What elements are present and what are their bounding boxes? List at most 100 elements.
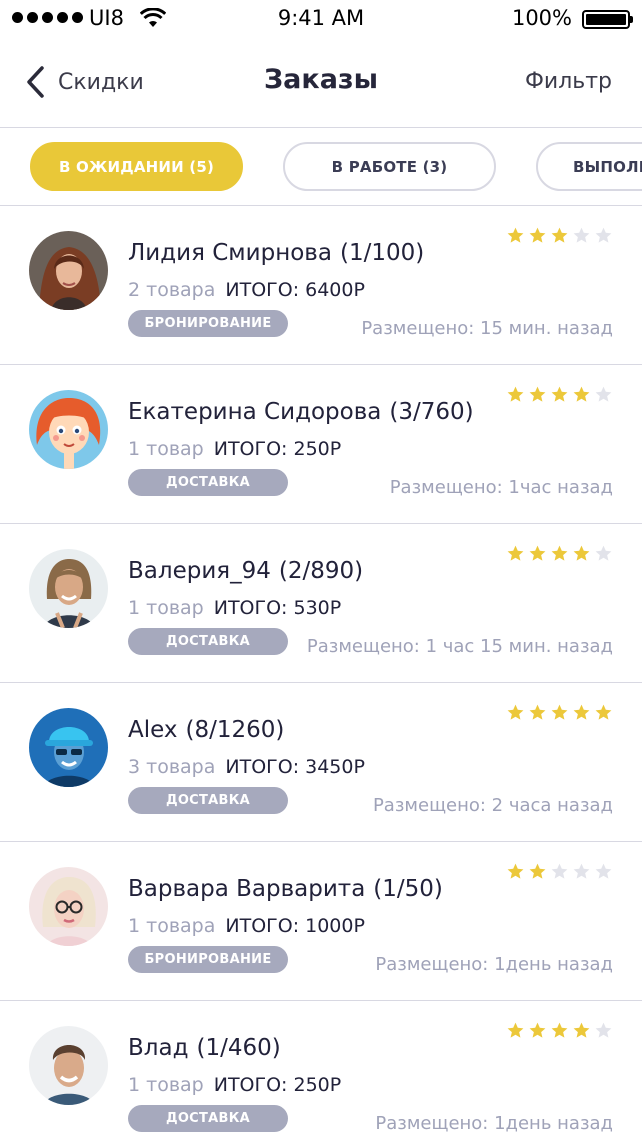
rating-stars (506, 385, 613, 404)
battery-percentage: 100% (511, 6, 572, 30)
star-filled-icon (507, 863, 524, 879)
star-filled-icon (551, 386, 568, 402)
order-row[interactable]: Влад (1/460) 1 товар ИТОГО: 250Р ДОСТАВКА … (0, 1001, 642, 1138)
star-filled-icon (529, 386, 546, 402)
customer-name-row: Валерия_94 (2/890) (128, 558, 363, 584)
order-total: ИТОГО: 3450Р (225, 756, 365, 778)
customer-name: Alex (128, 717, 178, 743)
item-count: 3 товара (128, 756, 216, 778)
order-type-badge: ДОСТАВКА (128, 628, 288, 655)
blonde-glasses-avatar (29, 867, 108, 946)
order-summary: 2 товара ИТОГО: 6400Р (128, 279, 365, 301)
tab-completed[interactable]: ВЫПОЛНЕНО (536, 142, 642, 191)
star-filled-icon (507, 545, 524, 561)
star-filled-icon (529, 704, 546, 720)
rating-stars (506, 862, 613, 881)
woman-smiling-avatar (29, 549, 108, 628)
customer-name: Влад (128, 1035, 189, 1061)
star-filled-icon (507, 1022, 524, 1038)
order-type-badge: ДОСТАВКА (128, 1105, 288, 1132)
order-row[interactable]: Лидия Смирнова (1/100) 2 товара ИТОГО: 640… (0, 206, 642, 365)
star-filled-icon (529, 1022, 546, 1038)
star-filled-icon (573, 1022, 590, 1038)
item-count: 2 товара (128, 279, 216, 301)
filter-button[interactable]: Фильтр (525, 69, 612, 94)
battery-icon (582, 10, 633, 29)
placed-time: Размещено: 1день назад (375, 1113, 613, 1134)
man-smiling-avatar (29, 1026, 108, 1105)
order-total: ИТОГО: 1000Р (225, 915, 365, 937)
tab-pending[interactable]: В ОЖИДАНИИ (5) (30, 142, 243, 191)
order-type-badge: ДОСТАВКА (128, 787, 288, 814)
star-filled-icon (507, 227, 524, 243)
cartoon-redhead-avatar (29, 390, 108, 469)
customer-name-row: Лидия Смирнова (1/100) (128, 240, 424, 266)
star-empty-icon (595, 1022, 612, 1038)
placed-time: Размещено: 15 мин. назад (361, 318, 613, 339)
order-count: (2/890) (278, 558, 364, 584)
rating-stars (506, 226, 613, 245)
customer-name: Екатерина Сидорова (128, 399, 382, 425)
item-count: 1 товар (128, 438, 204, 460)
status-tabs: В ОЖИДАНИИ (5) В РАБОТЕ (3) ВЫПОЛНЕНО (0, 128, 642, 206)
star-empty-icon (595, 386, 612, 402)
placed-time: Размещено: 1 час 15 мин. назад (306, 636, 613, 657)
order-type-badge: БРОНИРОВАНИЕ (128, 310, 288, 337)
star-empty-icon (551, 863, 568, 879)
order-count: (8/1260) (185, 717, 285, 743)
placed-time: Размещено: 2 часа назад (372, 795, 613, 816)
man-blue-cap-avatar (29, 708, 108, 787)
customer-name: Валерия_94 (128, 558, 271, 584)
placed-time: Размещено: 1день назад (375, 954, 613, 975)
star-filled-icon (507, 704, 524, 720)
order-type-badge: ДОСТАВКА (128, 469, 288, 496)
order-total: ИТОГО: 530Р (213, 597, 342, 619)
order-summary: 1 товара ИТОГО: 1000Р (128, 915, 365, 937)
star-filled-icon (529, 545, 546, 561)
placed-time: Размещено: 1час назад (389, 477, 613, 498)
star-filled-icon (551, 227, 568, 243)
woman-dark-hair-avatar (29, 231, 108, 310)
star-filled-icon (573, 704, 590, 720)
star-empty-icon (595, 545, 612, 561)
order-summary: 3 товара ИТОГО: 3450Р (128, 756, 365, 778)
item-count: 1 товара (128, 915, 216, 937)
customer-name: Варвара Варварита (128, 876, 366, 902)
navigation-bar: Скидки Заказы Фильтр (0, 40, 642, 128)
rating-stars (506, 703, 613, 722)
star-filled-icon (573, 545, 590, 561)
star-filled-icon (551, 704, 568, 720)
order-row[interactable]: Alex (8/1260) 3 товара ИТОГО: 3450Р ДОСТАВ… (0, 683, 642, 842)
item-count: 1 товар (128, 597, 204, 619)
order-row[interactable]: Варвара Варварита (1/50) 1 товара ИТОГО: 1… (0, 842, 642, 1001)
rating-stars (506, 544, 613, 563)
star-empty-icon (573, 863, 590, 879)
order-summary: 1 товар ИТОГО: 250Р (128, 1074, 341, 1096)
star-filled-icon (551, 545, 568, 561)
order-row[interactable]: Валерия_94 (2/890) 1 товар ИТОГО: 530Р ДОС… (0, 524, 642, 683)
order-row[interactable]: Екатерина Сидорова (3/760) 1 товар ИТОГО: … (0, 365, 642, 524)
orders-list: Лидия Смирнова (1/100) 2 товара ИТОГО: 640… (0, 206, 642, 1138)
order-type-badge: БРОНИРОВАНИЕ (128, 946, 288, 973)
customer-name-row: Alex (8/1260) (128, 717, 284, 743)
tab-in-progress[interactable]: В РАБОТЕ (3) (283, 142, 496, 191)
star-filled-icon (595, 704, 612, 720)
star-filled-icon (529, 227, 546, 243)
star-filled-icon (529, 863, 546, 879)
star-empty-icon (595, 227, 612, 243)
order-count: (1/100) (339, 240, 425, 266)
order-summary: 1 товар ИТОГО: 530Р (128, 597, 341, 619)
order-count: (1/50) (373, 876, 443, 902)
status-bar: UI8 9:41 AM 100% (0, 0, 642, 40)
customer-name: Лидия Смирнова (128, 240, 332, 266)
item-count: 1 товар (128, 1074, 204, 1096)
rating-stars (506, 1021, 613, 1040)
star-empty-icon (595, 863, 612, 879)
star-filled-icon (507, 386, 524, 402)
star-filled-icon (573, 386, 590, 402)
order-total: ИТОГО: 250Р (213, 1074, 342, 1096)
customer-name-row: Екатерина Сидорова (3/760) (128, 399, 474, 425)
star-filled-icon (551, 1022, 568, 1038)
customer-name-row: Влад (1/460) (128, 1035, 281, 1061)
order-total: ИТОГО: 250Р (213, 438, 342, 460)
